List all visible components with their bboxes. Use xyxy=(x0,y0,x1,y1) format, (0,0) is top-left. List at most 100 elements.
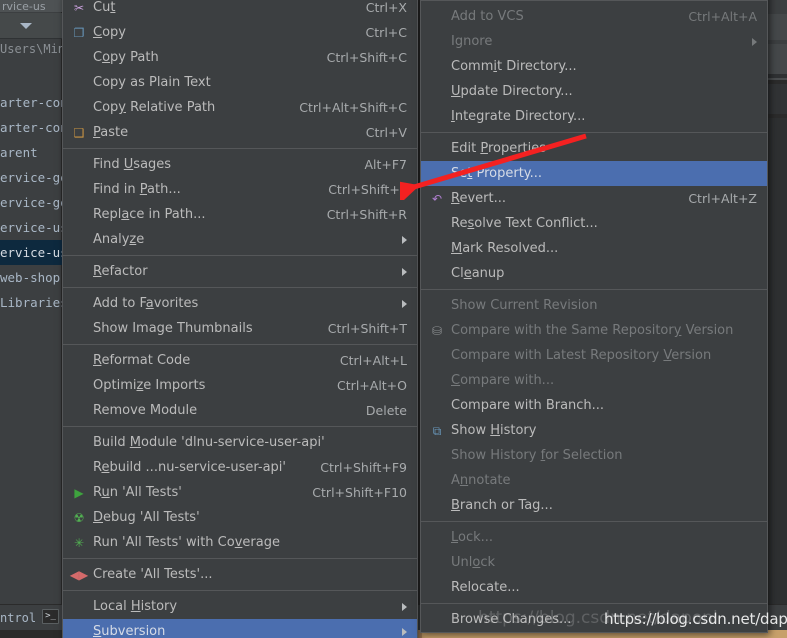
menu-item-icon-placeholder xyxy=(427,216,447,232)
menu-item-paste[interactable]: ❑ Paste Ctrl+V xyxy=(63,120,417,145)
menu-item-copy[interactable]: ❐ Copy Ctrl+C xyxy=(63,20,417,45)
menu-item-update-directory[interactable]: Update Directory... xyxy=(421,79,767,104)
menu-item-resolve-text-conflict[interactable]: Resolve Text Conflict... xyxy=(421,211,767,236)
menu-item-label: Replace in Path... xyxy=(93,207,206,222)
menu-item-label: Remove Module xyxy=(93,403,198,418)
menu-item-subversion[interactable]: Subversion xyxy=(63,619,417,638)
menu-item-icon-placeholder xyxy=(427,9,447,25)
tree-item[interactable]: ervice-go xyxy=(0,165,62,190)
menu-item-label: Lock... xyxy=(451,530,494,545)
menu-item-icon-placeholder xyxy=(69,353,89,369)
project-tree[interactable]: arter-con arter-con arent ervice-go ervice-g… xyxy=(0,90,62,315)
menu-item-icon-placeholder xyxy=(69,232,89,248)
menu-item-find-in-path[interactable]: Find in Path... Ctrl+Shift+F xyxy=(63,177,417,202)
menu-item-mark-resolved[interactable]: Mark Resolved... xyxy=(421,236,767,261)
menu-item-debug-all-tests[interactable]: ☢ Debug 'All Tests' xyxy=(63,505,417,530)
menu-item-label: Reformat Code xyxy=(93,353,191,368)
menu-item-icon-placeholder xyxy=(427,373,447,389)
menu-item-show-history[interactable]: ⧉ Show History xyxy=(421,418,767,443)
chevron-right-icon xyxy=(402,602,407,611)
tree-item[interactable]: arter-con xyxy=(0,115,62,140)
menu-item-run-all-tests-with-coverage[interactable]: ✳ Run 'All Tests' with Coverage xyxy=(63,530,417,555)
project-panel-tab[interactable]: rvice-us xyxy=(0,0,62,12)
tree-item[interactable]: web-shop xyxy=(0,265,62,290)
menu-item-show-image-thumbnails[interactable]: Show Image Thumbnails Ctrl+Shift+T xyxy=(63,316,417,341)
menu-item-local-history[interactable]: Local History xyxy=(63,594,417,619)
tree-item[interactable]: ervice-go xyxy=(0,190,62,215)
menu-item-show-current-revision: Show Current Revision xyxy=(421,293,767,318)
tree-item[interactable]: ervice-us xyxy=(0,215,62,240)
menu-item-find-usages[interactable]: Find Usages Alt+F7 xyxy=(63,152,417,177)
menu-item-refactor[interactable]: Refactor xyxy=(63,259,417,284)
menu-item-shortcut: Ctrl+Alt+O xyxy=(337,378,407,393)
menu-item-label: Compare with Branch... xyxy=(451,398,605,413)
menu-separator xyxy=(63,426,417,427)
menu-item-analyze[interactable]: Analyze xyxy=(63,227,417,252)
menu-separator xyxy=(421,0,767,1)
tree-item[interactable]: arent xyxy=(0,140,62,165)
tree-item-label: Libraries xyxy=(0,295,62,310)
menu-item-icon-placeholder xyxy=(69,182,89,198)
menu-item-cleanup[interactable]: Cleanup xyxy=(421,261,767,286)
menu-item-reformat-code[interactable]: Reformat Code Ctrl+Alt+L xyxy=(63,348,417,373)
status-bar-label: ntrol xyxy=(0,611,37,625)
menu-item-label: Debug 'All Tests' xyxy=(93,510,200,525)
menu-item-label: Copy as Plain Text xyxy=(93,75,211,90)
menu-item-shortcut: Delete xyxy=(365,403,407,418)
menu-item-set-property[interactable]: Set Property... xyxy=(421,161,767,186)
menu-item-copy-path[interactable]: Copy Path Ctrl+Shift+C xyxy=(63,45,417,70)
tree-item[interactable]: Libraries xyxy=(0,290,62,315)
tree-item-label: arter-con xyxy=(0,95,62,110)
chevron-right-icon xyxy=(402,267,407,276)
menu-item-icon-placeholder xyxy=(69,321,89,337)
tree-item-label: ervice-us xyxy=(0,220,62,235)
menu-item-relocate[interactable]: Relocate... xyxy=(421,575,767,600)
menu-item-remove-module[interactable]: Remove Module Delete xyxy=(63,398,417,423)
menu-item-compare-with-branch[interactable]: Compare with Branch... xyxy=(421,393,767,418)
menu-item-shortcut: Ctrl+X xyxy=(365,0,407,15)
menu-item-optimize-imports[interactable]: Optimize Imports Ctrl+Alt+O xyxy=(63,373,417,398)
menu-item-edit-properties[interactable]: Edit Properties xyxy=(421,136,767,161)
menu-item-branch-or-tag[interactable]: Branch or Tag... xyxy=(421,493,767,518)
menu-item-replace-in-path[interactable]: Replace in Path... Ctrl+Shift+R xyxy=(63,202,417,227)
menu-item-shortcut: Ctrl+Shift+F9 xyxy=(320,460,407,475)
subversion-submenu[interactable]: Create External...Add to VCSCtrl+Alt+AIg… xyxy=(420,0,768,633)
run-icon: ▶ xyxy=(74,485,84,500)
project-context-menu[interactable]: ✂ Cut Ctrl+X ❐ Copy Ctrl+C Copy Path Ctrl+Shift… xyxy=(62,0,418,638)
menu-item-label: Compare with... xyxy=(451,373,555,388)
menu-item-copy-relative-path[interactable]: Copy Relative Path Ctrl+Alt+Shift+C xyxy=(63,95,417,120)
menu-separator xyxy=(63,287,417,288)
menu-item-integrate-directory[interactable]: Integrate Directory... xyxy=(421,104,767,129)
menu-item-commit-directory[interactable]: Commit Directory... xyxy=(421,54,767,79)
menu-item-run-all-tests[interactable]: ▶ Run 'All Tests' Ctrl+Shift+F10 xyxy=(63,480,417,505)
menu-item-add-to-favorites[interactable]: Add to Favorites xyxy=(63,291,417,316)
chevron-down-icon[interactable] xyxy=(20,23,32,29)
menu-item-shortcut: Ctrl+Alt+A xyxy=(688,9,757,24)
menu-item-label: Copy Relative Path xyxy=(93,100,216,115)
menu-item-label: Edit Properties xyxy=(451,141,547,156)
menu-item-label: Relocate... xyxy=(451,580,520,595)
menu-item-icon-placeholder xyxy=(427,580,447,596)
tree-item[interactable]: ervice-us xyxy=(0,240,62,265)
menu-item-shortcut: Ctrl+Shift+F xyxy=(328,182,407,197)
menu-item-label: Show Current Revision xyxy=(451,298,598,313)
menu-item-create-all-tests[interactable]: ◀▶ Create 'All Tests'... xyxy=(63,562,417,587)
menu-item-icon-placeholder xyxy=(427,348,447,364)
menu-item-icon-placeholder xyxy=(69,296,89,312)
menu-item-copy-as-plain-text[interactable]: Copy as Plain Text xyxy=(63,70,417,95)
menu-item-revert[interactable]: ↶ Revert... Ctrl+Alt+Z xyxy=(421,186,767,211)
menu-item-label: Show Image Thumbnails xyxy=(93,321,253,336)
tree-item[interactable]: arter-con xyxy=(0,90,62,115)
menu-item-ignore: Ignore xyxy=(421,29,767,54)
terminal-icon[interactable]: >_ xyxy=(42,609,59,624)
menu-item-cut[interactable]: ✂ Cut Ctrl+X xyxy=(63,0,417,20)
menu-item-build-module-dlnu-service-user-api[interactable]: Build Module 'dlnu-service-user-api' xyxy=(63,430,417,455)
menu-item-label: Show History for Selection xyxy=(451,448,623,463)
menu-item-label: Update Directory... xyxy=(451,84,573,99)
menu-item-label: Find in Path... xyxy=(93,182,181,197)
menu-separator xyxy=(421,603,767,604)
menu-item-label: Compare with Latest Repository Version xyxy=(451,348,712,363)
copy-icon: ❐ xyxy=(73,25,85,40)
menu-separator xyxy=(63,148,417,149)
menu-item-rebuild-nu-service-user-api[interactable]: Rebuild ...nu-service-user-api' Ctrl+Shif… xyxy=(63,455,417,480)
